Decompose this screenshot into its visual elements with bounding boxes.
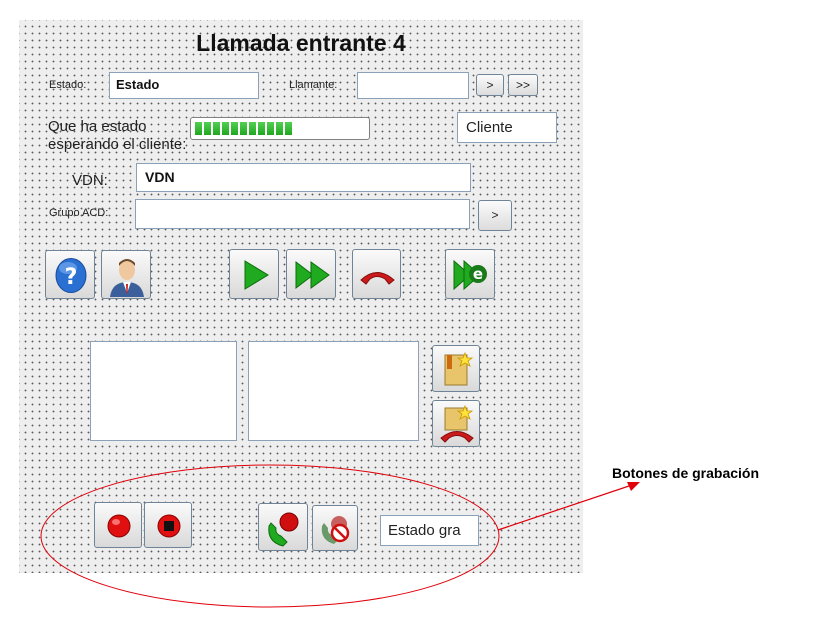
annotation-label: Botones de grabación <box>612 465 760 481</box>
recording-buttons-ellipse <box>40 464 500 608</box>
annotation-overlay <box>40 464 640 608</box>
annotation-arrow-line <box>497 484 633 531</box>
